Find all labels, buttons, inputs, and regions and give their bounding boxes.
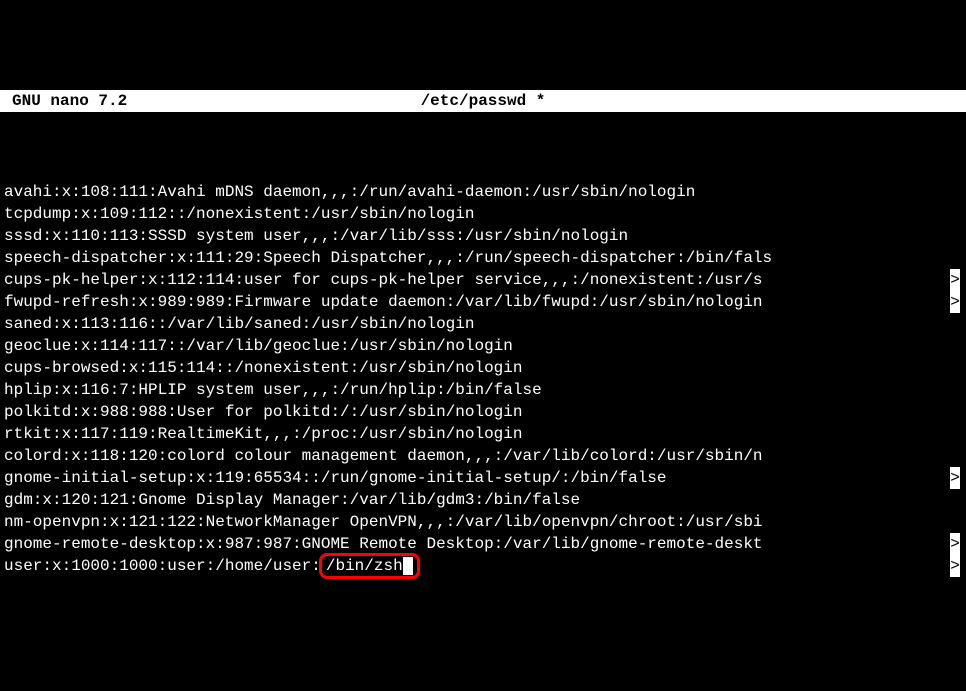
line-text: rtkit:x:117:119:RealtimeKit,,,:/proc:/us…: [4, 423, 522, 445]
file-line[interactable]: cups-browsed:x:115:114::/nonexistent:/us…: [4, 357, 962, 379]
line-text: cups-browsed:x:115:114::/nonexistent:/us…: [4, 357, 522, 379]
file-line[interactable]: polkitd:x:988:988:User for polkitd:/:/us…: [4, 401, 962, 423]
file-line[interactable]: colord:x:118:120:colord colour managemen…: [4, 445, 962, 467]
line-text: gdm:x:120:121:Gnome Display Manager:/var…: [4, 489, 580, 511]
file-line[interactable]: avahi:x:108:111:Avahi mDNS daemon,,,:/ru…: [4, 181, 962, 203]
cursor: [403, 557, 413, 575]
file-line[interactable]: tcpdump:x:109:112::/nonexistent:/usr/sbi…: [4, 203, 962, 225]
file-name: /etc/passwd *: [200, 90, 766, 112]
line-text: saned:x:113:116::/var/lib/saned:/usr/sbi…: [4, 313, 474, 335]
line-text: speech-dispatcher:x:111:29:Speech Dispat…: [4, 247, 772, 269]
file-line[interactable]: fwupd-refresh:x:989:989:Firmware update …: [4, 291, 962, 313]
app-name: GNU nano 7.2: [0, 90, 200, 112]
line-text: avahi:x:108:111:Avahi mDNS daemon,,,:/ru…: [4, 181, 695, 203]
line-text: nm-openvpn:x:121:122:NetworkManager Open…: [4, 511, 763, 533]
line-text: gnome-initial-setup:x:119:65534::/run/gn…: [4, 467, 667, 489]
file-line[interactable]: speech-dispatcher:x:111:29:Speech Dispat…: [4, 247, 962, 269]
title-bar: GNU nano 7.2 /etc/passwd *: [0, 90, 966, 112]
file-line[interactable]: hplip:x:116:7:HPLIP system user,,,:/run/…: [4, 379, 962, 401]
file-line[interactable]: saned:x:113:116::/var/lib/saned:/usr/sbi…: [4, 313, 962, 335]
line-text: geoclue:x:114:117::/var/lib/geoclue:/usr…: [4, 335, 513, 357]
line-text: sssd:x:110:113:SSSD system user,,,:/var/…: [4, 225, 628, 247]
line-text: tcpdump:x:109:112::/nonexistent:/usr/sbi…: [4, 203, 474, 225]
line-text: cups-pk-helper:x:112:114:user for cups-p…: [4, 269, 763, 291]
line-text: user:x:1000:1000:user:/home/user:: [4, 555, 321, 577]
file-line[interactable]: cups-pk-helper:x:112:114:user for cups-p…: [4, 269, 962, 291]
highlighted-shell-path: /bin/zsh: [319, 553, 420, 579]
file-line[interactable]: user:x:1000:1000:user:/home/user:/bin/zs…: [4, 555, 962, 577]
file-line[interactable]: rtkit:x:117:119:RealtimeKit,,,:/proc:/us…: [4, 423, 962, 445]
file-line[interactable]: gdm:x:120:121:Gnome Display Manager:/var…: [4, 489, 962, 511]
line-text: gnome-remote-desktop:x:987:987:GNOME Rem…: [4, 533, 763, 555]
file-line[interactable]: geoclue:x:114:117::/var/lib/geoclue:/usr…: [4, 335, 962, 357]
file-line[interactable]: gnome-remote-desktop:x:987:987:GNOME Rem…: [4, 533, 962, 555]
line-text: colord:x:118:120:colord colour managemen…: [4, 445, 763, 467]
file-line[interactable]: gnome-initial-setup:x:119:65534::/run/gn…: [4, 467, 962, 489]
line-text: fwupd-refresh:x:989:989:Firmware update …: [4, 291, 763, 313]
file-line[interactable]: sssd:x:110:113:SSSD system user,,,:/var/…: [4, 225, 962, 247]
line-text: polkitd:x:988:988:User for polkitd:/:/us…: [4, 401, 522, 423]
line-text: hplip:x:116:7:HPLIP system user,,,:/run/…: [4, 379, 542, 401]
file-line[interactable]: nm-openvpn:x:121:122:NetworkManager Open…: [4, 511, 962, 533]
editor-body[interactable]: avahi:x:108:111:Avahi mDNS daemon,,,:/ru…: [0, 156, 966, 578]
